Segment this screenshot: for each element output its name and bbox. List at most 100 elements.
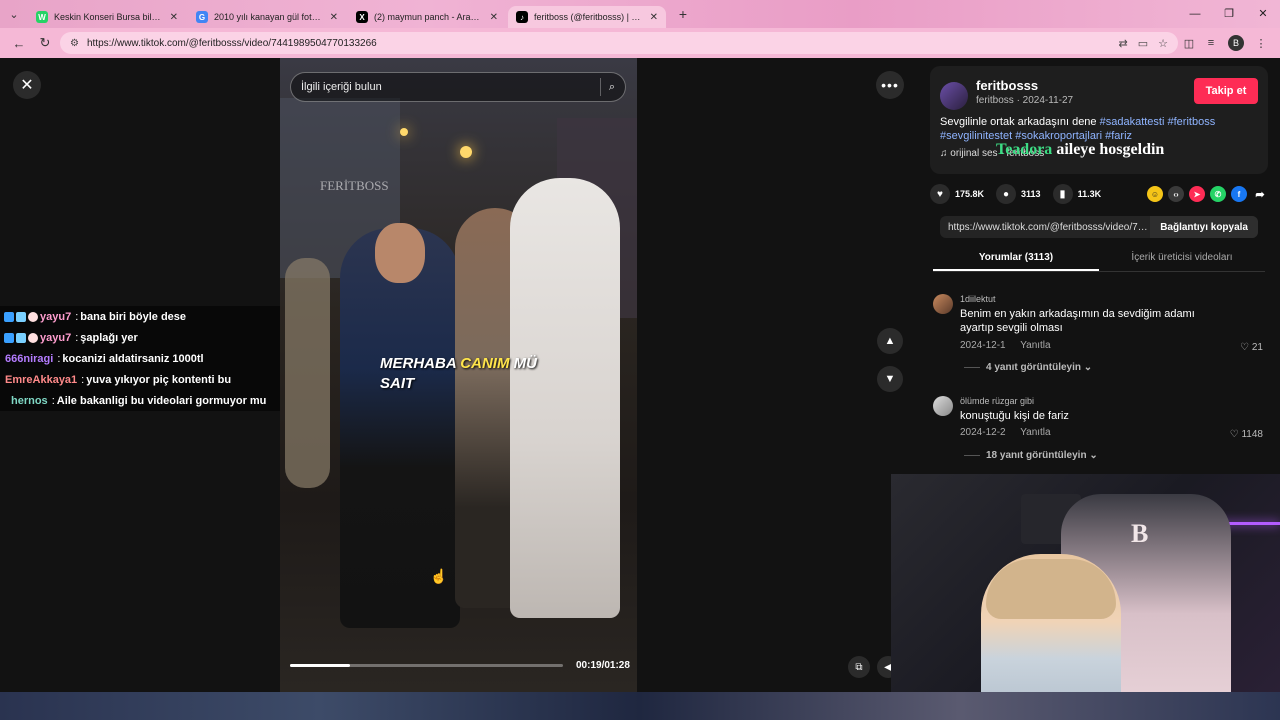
search-icon[interactable]: ⌕ (609, 81, 615, 94)
tab-close-icon[interactable]: ✕ (650, 12, 658, 23)
video-person-white-coat (510, 178, 620, 618)
browser-tab[interactable]: ♪ feritboss (@feritbosss) | Ti... ✕ (508, 6, 666, 28)
comment-date: 2024-12-2 (960, 427, 1006, 438)
browser-toolbar: ← ↻ ⚙ https://www.tiktok.com/@feritbosss… (0, 28, 1280, 58)
comment-text: Benim en yakın arkadaşımın da sevdiğim a… (960, 308, 1195, 334)
bookmark-star-icon[interactable]: ☆ (1158, 37, 1168, 50)
video-watermark: FERİTBOSS (320, 178, 389, 193)
tiktok-icon: ♪ (516, 11, 528, 23)
chat-message: yayu7: şaplağı yer (0, 327, 280, 348)
cast-icon[interactable]: ▭ (1138, 37, 1148, 50)
browser-tab-title: Keskin Konseri Bursa biletleri | ... (54, 12, 164, 22)
tab-close-icon[interactable]: ✕ (490, 12, 498, 23)
background-strip (0, 692, 1280, 720)
video-progress-bar[interactable] (290, 664, 563, 667)
embed-icon[interactable]: ‹› (1168, 186, 1184, 202)
video-progress-fill (290, 664, 351, 667)
translate-icon[interactable]: ⇄ (1119, 37, 1128, 50)
more-options-icon[interactable]: ••• (876, 71, 904, 99)
comment-item: 1diilektut Benim en yakın arkadaşımın da… (933, 294, 1263, 374)
view-replies-button[interactable]: 4 yanıt görüntüleyin ⌄ (964, 362, 1092, 373)
comment-like-count: 21 (1251, 342, 1263, 353)
commenter-avatar[interactable] (933, 294, 953, 314)
next-video-icon[interactable]: ▼ (877, 366, 903, 392)
tab-creator-videos[interactable]: İçerik üreticisi videoları (1099, 248, 1265, 271)
like-action[interactable]: ♥ 175.8K (930, 184, 984, 204)
tab-close-icon[interactable]: ✕ (330, 12, 338, 23)
author-avatar[interactable] (940, 82, 968, 110)
window-controls: — ❐ ✕ (1178, 0, 1280, 28)
hashtag[interactable]: #sadakattesti (1100, 116, 1165, 128)
streamer-webcam: B (891, 474, 1280, 692)
profile-avatar[interactable]: B (1228, 35, 1244, 51)
heart-outline-icon: ♡ (1229, 429, 1239, 440)
overlay-name: Teadora (996, 141, 1053, 158)
menu-icon[interactable]: ⋮ (1250, 37, 1272, 50)
restore-icon[interactable]: ❐ (1212, 0, 1246, 28)
view-replies-button[interactable]: 18 yanıt görüntüleyin ⌄ (964, 450, 1098, 461)
copy-link-button[interactable]: Bağlantıyı kopyala (1150, 216, 1258, 238)
share-link[interactable]: https://www.tiktok.com/@feritbosss/video… (940, 222, 1150, 233)
minimize-icon[interactable]: — (1178, 0, 1212, 28)
screen: ⌄ W Keskin Konseri Bursa biletleri | ... ✕… (0, 0, 1280, 720)
video-person-bystander (285, 258, 330, 488)
window-close-icon[interactable]: ✕ (1246, 0, 1280, 28)
facebook-share-icon[interactable]: f (1231, 186, 1247, 202)
follow-button[interactable]: Takip et (1194, 78, 1258, 104)
video-caption: MERHABA CANIM MÜ SAIT (380, 354, 560, 394)
commenter-name[interactable]: ölümde rüzgar gibi (960, 396, 1034, 406)
reading-list-icon[interactable]: ≡ (1200, 37, 1222, 49)
caption-part1: MERHABA (380, 355, 457, 372)
comment-like[interactable]: ♡ 21 (1240, 342, 1263, 353)
comment-action[interactable]: ● 3113 (996, 184, 1041, 204)
browser-tab-bar: ⌄ W Keskin Konseri Bursa biletleri | ... ✕… (0, 0, 1280, 28)
author-card: feritbosss feritboss · 2024-11-27 Takip … (930, 66, 1268, 174)
browser-tab-title: (2) maymun panch - Arama / X (374, 12, 484, 22)
browser-tab[interactable]: G 2010 yılı kanayan gül fotosu - G... ✕ (188, 6, 346, 28)
whatsapp-share-icon[interactable]: ✆ (1210, 186, 1226, 202)
send-icon[interactable]: ➤ (1189, 186, 1205, 202)
share-arrow-icon[interactable]: ➦ (1252, 186, 1268, 202)
comment-like[interactable]: ♡ 1148 (1230, 429, 1263, 440)
site-info-icon[interactable]: ⚙ (70, 38, 79, 49)
comment-item: ölümde rüzgar gibi konuştuğu kişi de far… (933, 396, 1263, 466)
coin-icon[interactable]: ☺ (1147, 186, 1163, 202)
chat-username: hernos (11, 394, 48, 407)
chat-separator: : (51, 394, 55, 407)
hashtag[interactable]: #feritboss (1168, 116, 1216, 128)
new-tab-icon[interactable]: + (672, 6, 694, 22)
address-bar[interactable]: ⚙ https://www.tiktok.com/@feritbosss/vid… (60, 32, 1178, 54)
back-icon[interactable]: ← (8, 36, 30, 51)
chat-emote-icon (28, 311, 38, 322)
save-action[interactable]: ▮ 11.3K (1052, 184, 1101, 204)
panel-tabs: Yorumlar (3113) İçerik üreticisi videola… (933, 248, 1265, 272)
chat-message: yayu7: bana biri böyle dese (0, 306, 280, 327)
chat-username: EmreAkkaya1 (5, 373, 78, 386)
description-text: Sevgilinle ortak arkadaşını dene (940, 116, 1100, 128)
video-search-bar[interactable]: İlgili içeriği bulun ⌕ (290, 72, 626, 102)
comment-count: 3113 (1021, 189, 1041, 199)
reload-icon[interactable]: ↻ (34, 35, 56, 51)
author-name[interactable]: feritbosss (976, 78, 1038, 93)
extensions-icon[interactable]: ◫ (1178, 37, 1200, 50)
chat-badge-icon (16, 332, 26, 343)
chat-badge-icon (4, 332, 14, 343)
tab-comments[interactable]: Yorumlar (3113) (933, 248, 1099, 271)
tab-close-icon[interactable]: ✕ (170, 12, 178, 23)
previous-video-icon[interactable]: ▲ (877, 328, 903, 354)
browser-tab[interactable]: X (2) maymun panch - Arama / X ✕ (348, 6, 506, 28)
browser-tab-title: feritboss (@feritbosss) | Ti... (534, 12, 644, 22)
whatsapp-icon: W (36, 11, 48, 23)
search-divider (599, 78, 601, 96)
floating-player-icon[interactable]: ⧉ (848, 656, 870, 678)
comment-date: 2024-12-1 (960, 340, 1006, 351)
reply-button[interactable]: Yanıtla (1020, 427, 1050, 438)
tab-search-icon[interactable]: ⌄ (0, 0, 28, 28)
chat-separator: : (75, 310, 79, 323)
browser-tab[interactable]: W Keskin Konseri Bursa biletleri | ... ✕ (28, 6, 186, 28)
commenter-name[interactable]: 1diilektut (960, 294, 996, 304)
close-video-icon[interactable]: ✕ (13, 71, 41, 99)
video-player[interactable]: İlgili içeriği bulun ⌕ FERİTBOSS MERHABA… (280, 58, 637, 692)
reply-button[interactable]: Yanıtla (1020, 340, 1050, 351)
commenter-avatar[interactable] (933, 396, 953, 416)
